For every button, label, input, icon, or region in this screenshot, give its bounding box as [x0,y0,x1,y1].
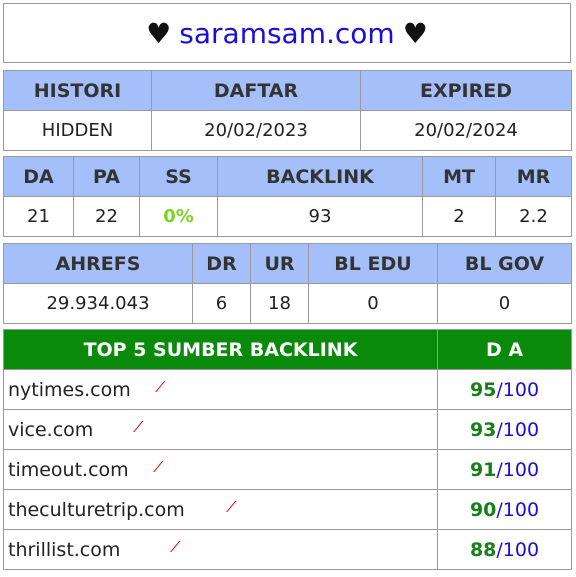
site-name[interactable]: vice.com [8,419,93,441]
value-mt: 2 [422,196,496,237]
red-mark-icon: ⁄ [157,458,160,476]
registration-table: HISTORI DAFTAR EXPIRED HIDDEN 20/02/2023… [3,70,572,151]
value-pa: 22 [73,196,140,237]
ahrefs-table: AHREFS DR UR BL EDU BL GOV 29.934.043 6 … [3,243,572,324]
site-name[interactable]: nytimes.com [8,379,131,401]
header-backlink: BACKLINK [217,156,423,197]
header-histori: HISTORI [3,70,152,111]
backlink-site[interactable]: timeout.com ⁄ [3,449,438,490]
table-row: nytimes.com ⁄ 95/100 [3,369,572,410]
header-da: DA [3,156,74,197]
value-histori: HIDDEN [3,110,152,151]
header-expired: EXPIRED [360,70,572,111]
red-mark-icon: ⁄ [230,498,233,516]
header-top-sources: TOP 5 SUMBER BACKLINK [3,329,438,370]
header-ur: UR [250,243,309,284]
top-backlinks-table: TOP 5 SUMBER BACKLINK D A nytimes.com ⁄ 9… [3,329,572,570]
value-mr: 2.2 [495,196,572,237]
metrics-table: DA PA SS BACKLINK MT MR 21 22 0% 93 2 2.… [3,156,572,237]
backlink-site[interactable]: vice.com ⁄ [3,409,438,450]
value-daftar: 20/02/2023 [151,110,361,151]
red-mark-icon: ⁄ [174,538,177,556]
da-max: /100 [496,538,540,561]
table-row: thrillist.com ⁄ 88/100 [3,529,572,570]
table-row: vice.com ⁄ 93/100 [3,409,572,450]
table-row: theculturetrip.com ⁄ 90/100 [3,489,572,530]
da-value: 91 [469,458,497,481]
value-ur: 18 [250,283,309,324]
value-expired: 20/02/2024 [360,110,572,151]
red-mark-icon: ⁄ [159,378,162,396]
backlink-site[interactable]: theculturetrip.com ⁄ [3,489,438,530]
value-bl-gov: 0 [437,283,572,324]
value-da: 21 [3,196,74,237]
site-domain-link[interactable]: saramsam.com [179,17,394,50]
header-ahrefs: AHREFS [3,243,193,284]
site-name[interactable]: thrillist.com [8,539,120,561]
da-score: 93/100 [437,409,572,450]
value-backlink: 93 [217,196,423,237]
header-daftar: DAFTAR [151,70,361,111]
header-mt: MT [422,156,496,197]
red-mark-icon: ⁄ [137,418,140,436]
backlink-site[interactable]: thrillist.com ⁄ [3,529,438,570]
da-score: 90/100 [437,489,572,530]
header-bl-edu: BL EDU [308,243,438,284]
value-dr: 6 [192,283,251,324]
da-max: /100 [496,498,540,521]
table-row: timeout.com ⁄ 91/100 [3,449,572,490]
header-bl-gov: BL GOV [437,243,572,284]
header-ss: SS [139,156,218,197]
header-da-score: D A [437,329,572,370]
heart-left-icon: ♥ [146,16,172,50]
da-value: 93 [469,418,497,441]
da-value: 88 [469,538,497,561]
header-mr: MR [495,156,572,197]
value-ss: 0% [139,196,218,237]
da-max: /100 [496,458,540,481]
site-name[interactable]: timeout.com [8,459,129,481]
da-value: 95 [469,378,497,401]
value-bl-edu: 0 [308,283,438,324]
header-pa: PA [73,156,140,197]
da-max: /100 [496,378,540,401]
da-score: 91/100 [437,449,572,490]
site-name[interactable]: theculturetrip.com [8,499,185,521]
value-ahrefs: 29.934.043 [3,283,193,324]
da-max: /100 [496,418,540,441]
da-score: 88/100 [437,529,572,570]
header-dr: DR [192,243,251,284]
heart-right-icon: ♥ [402,16,428,50]
da-score: 95/100 [437,369,572,410]
site-title-box: ♥ saramsam.com ♥ [3,3,571,63]
backlink-site[interactable]: nytimes.com ⁄ [3,369,438,410]
da-value: 90 [469,498,497,521]
